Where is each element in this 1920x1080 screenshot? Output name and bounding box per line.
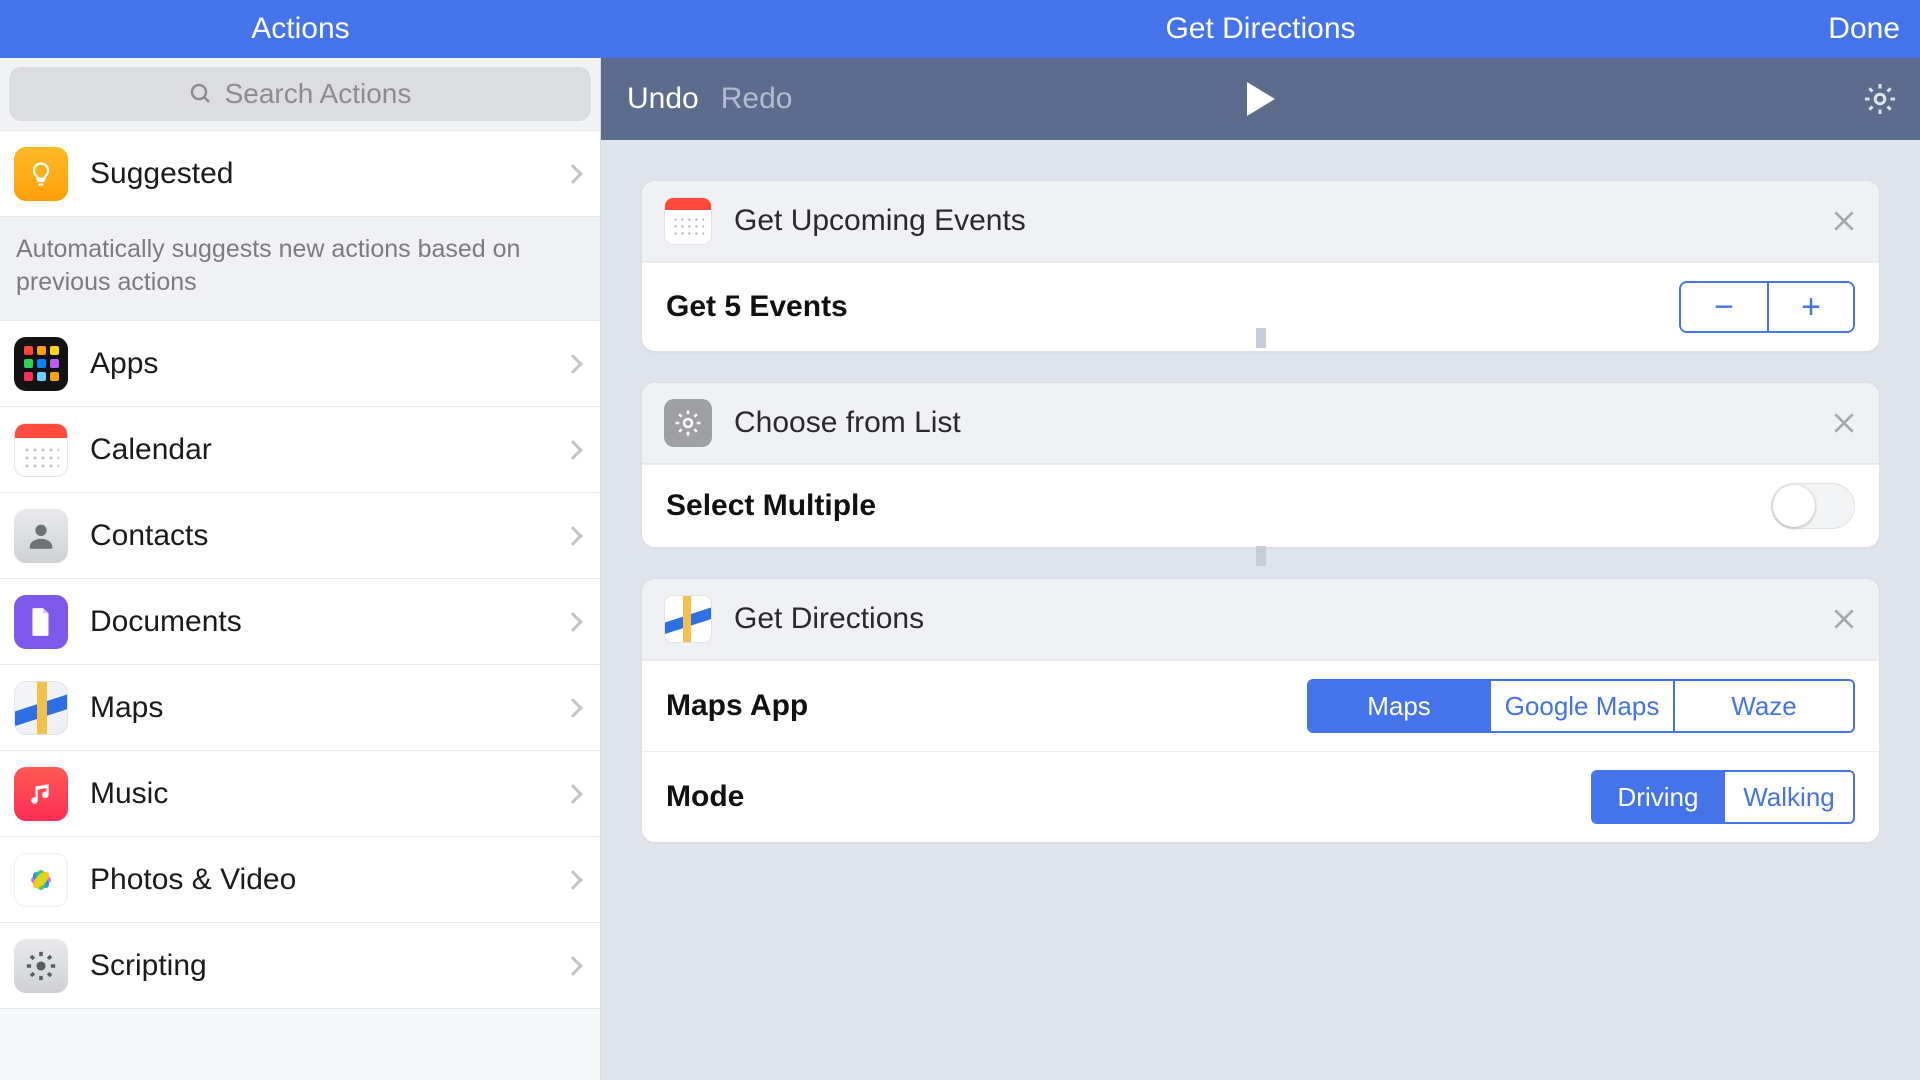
- documents-icon: [14, 595, 68, 649]
- sidebar-item-maps[interactable]: Maps: [0, 665, 600, 751]
- play-icon[interactable]: [1247, 82, 1275, 116]
- sidebar-item-scripting[interactable]: Scripting: [0, 923, 600, 1009]
- chevron-right-icon: [563, 440, 583, 460]
- maps-app-label: Maps App: [666, 689, 1307, 723]
- maps-icon: [664, 595, 712, 643]
- search-placeholder: Search Actions: [225, 78, 412, 110]
- mode-label: Mode: [666, 780, 1591, 814]
- stepper-minus-button[interactable]: −: [1681, 283, 1767, 331]
- events-count-stepper: − +: [1679, 281, 1855, 333]
- connector: [1256, 328, 1266, 348]
- music-icon: [14, 767, 68, 821]
- undo-button[interactable]: Undo: [627, 82, 699, 116]
- chevron-right-icon: [563, 354, 583, 374]
- select-multiple-label: Select Multiple: [666, 489, 1771, 523]
- editor-toolbar: Undo Redo: [601, 58, 1920, 140]
- chevron-right-icon: [563, 956, 583, 976]
- close-icon[interactable]: [1831, 606, 1857, 632]
- sidebar-item-calendar[interactable]: Calendar: [0, 407, 600, 493]
- action-card-get-directions: Get Directions Maps App Maps Google Maps…: [641, 578, 1880, 843]
- actions-sidebar: Search Actions Suggested Automatically s…: [0, 58, 601, 1080]
- maps-option-waze[interactable]: Waze: [1673, 681, 1853, 731]
- events-count-label: Get 5 Events: [666, 290, 1679, 324]
- chevron-right-icon: [563, 784, 583, 804]
- action-card-upcoming-events: Get Upcoming Events Get 5 Events − +: [641, 180, 1880, 352]
- mode-selector: Driving Walking: [1591, 770, 1855, 824]
- apps-icon: [14, 337, 68, 391]
- maps-icon: [14, 681, 68, 735]
- sidebar-item-documents[interactable]: Documents: [0, 579, 600, 665]
- scripting-icon: [14, 939, 68, 993]
- lightbulb-icon: [14, 147, 68, 201]
- close-icon[interactable]: [1831, 410, 1857, 436]
- photos-icon: [14, 853, 68, 907]
- chevron-right-icon: [563, 612, 583, 632]
- maps-app-selector: Maps Google Maps Waze: [1307, 679, 1855, 733]
- chevron-right-icon: [563, 526, 583, 546]
- sidebar-title: Actions: [0, 0, 601, 58]
- chevron-right-icon: [563, 870, 583, 890]
- sidebar-item-apps[interactable]: Apps: [0, 321, 600, 407]
- maps-option-maps[interactable]: Maps: [1309, 681, 1489, 731]
- chevron-right-icon: [563, 164, 583, 184]
- connector: [1256, 546, 1266, 566]
- search-icon: [189, 82, 213, 106]
- chevron-right-icon: [563, 698, 583, 718]
- sidebar-item-music[interactable]: Music: [0, 751, 600, 837]
- workflow-editor: Undo Redo Get Upcoming Events: [601, 58, 1920, 1080]
- sidebar-item-suggested[interactable]: Suggested: [0, 131, 600, 217]
- sidebar-item-contacts[interactable]: Contacts: [0, 493, 600, 579]
- contacts-icon: [14, 509, 68, 563]
- action-card-choose-from-list: Choose from List Select Multiple: [641, 382, 1880, 548]
- title-bar: Actions Get Directions Done: [0, 0, 1920, 58]
- calendar-icon: [14, 423, 68, 477]
- done-button[interactable]: Done: [1828, 12, 1900, 46]
- maps-option-google[interactable]: Google Maps: [1489, 681, 1673, 731]
- gear-icon[interactable]: [1862, 81, 1898, 117]
- redo-button: Redo: [721, 82, 793, 116]
- stepper-plus-button[interactable]: +: [1767, 283, 1853, 331]
- sidebar-item-photos[interactable]: Photos & Video: [0, 837, 600, 923]
- search-input[interactable]: Search Actions: [9, 67, 591, 121]
- select-multiple-toggle[interactable]: [1771, 483, 1855, 529]
- gear-icon: [664, 399, 712, 447]
- suggested-description: Automatically suggests new actions based…: [0, 217, 600, 321]
- mode-option-driving[interactable]: Driving: [1593, 772, 1723, 822]
- workflow-title: Get Directions: [601, 12, 1920, 46]
- mode-option-walking[interactable]: Walking: [1723, 772, 1853, 822]
- close-icon[interactable]: [1831, 208, 1857, 234]
- calendar-icon: [664, 197, 712, 245]
